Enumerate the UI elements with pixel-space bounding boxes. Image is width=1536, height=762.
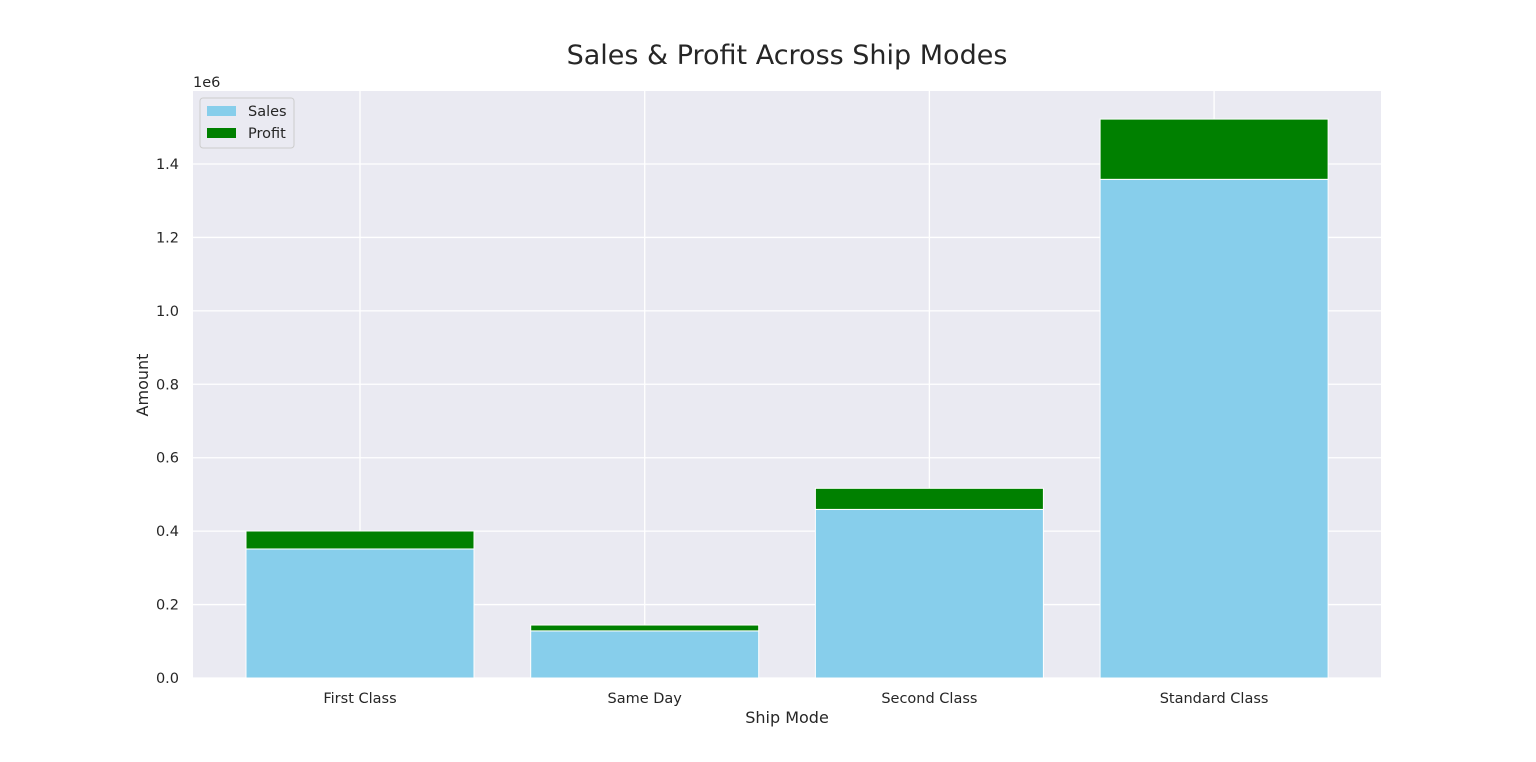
legend-label-profit: Profit <box>248 126 286 142</box>
y-tick-label-4: 0.8 <box>156 377 179 393</box>
y-offset-label: 1e6 <box>193 75 220 91</box>
legend-swatch-profit <box>207 128 236 138</box>
x-axis-label: Ship Mode <box>745 708 829 727</box>
y-tick-label-1: 0.2 <box>156 598 179 614</box>
bar-sales-3 <box>1099 178 1329 679</box>
y-tick-label-0: 0.0 <box>156 671 179 687</box>
bar-sales-1 <box>530 630 760 679</box>
y-tick-label-6: 1.2 <box>156 230 179 246</box>
bar-sales-2 <box>814 508 1044 679</box>
y-axis-label: Amount <box>133 354 152 417</box>
stacked-bar-chart: Sales & Profit Across Ship Modes 0.00.20… <box>133 40 1381 727</box>
y-tick-label-2: 0.4 <box>156 524 179 540</box>
y-axis-ticks: 0.0 0.2 0.4 0.6 0.8 1.0 1.2 1.4 <box>156 157 179 687</box>
y-tick-label-7: 1.4 <box>156 157 179 173</box>
x-tick-label-1: Same Day <box>608 691 683 707</box>
legend: Sales Profit <box>199 97 295 149</box>
chart-title: Sales & Profit Across Ship Modes <box>567 40 1008 71</box>
bar-profit-3 <box>1099 118 1329 180</box>
legend-label-sales: Sales <box>248 104 287 120</box>
bar-profit-0 <box>245 530 475 550</box>
x-tick-label-0: First Class <box>323 691 396 707</box>
bar-profit-1 <box>530 624 760 632</box>
y-tick-label-3: 0.6 <box>156 451 179 467</box>
legend-swatch-sales <box>207 106 236 116</box>
x-axis-ticks: First Class Same Day Second Class Standard … <box>323 691 1268 707</box>
bar-profit-2 <box>814 487 1044 510</box>
x-tick-label-2: Second Class <box>881 691 977 707</box>
x-tick-label-3: Standard Class <box>1160 691 1269 707</box>
y-tick-label-5: 1.0 <box>156 304 179 320</box>
bar-sales-0 <box>245 548 475 679</box>
